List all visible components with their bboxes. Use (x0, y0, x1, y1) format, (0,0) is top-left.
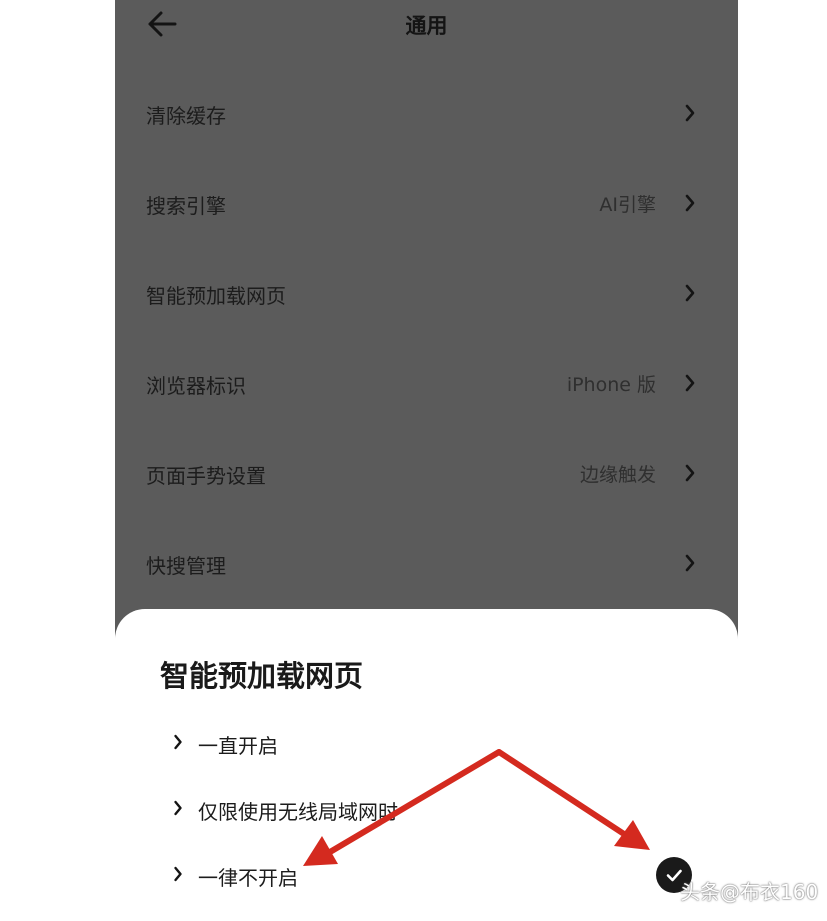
setting-row-clear-cache[interactable]: 清除缓存 (115, 68, 738, 158)
setting-row-quick-search[interactable]: 快搜管理 (115, 518, 738, 608)
chevron-right-icon (174, 866, 182, 882)
setting-label: 搜索引擎 (146, 194, 226, 218)
setting-value: AI引擎 (599, 194, 656, 216)
chevron-right-icon (685, 194, 695, 212)
phone-screen: 通用 清除缓存 搜索引擎 AI引擎 智能预加载网页 浏览器标识 iPhone 版 (115, 0, 738, 921)
setting-row-search-engine[interactable]: 搜索引擎 AI引擎 (115, 158, 738, 248)
option-label: 一直开启 (198, 734, 278, 758)
chevron-right-icon (685, 374, 695, 392)
setting-row-smart-preload[interactable]: 智能预加载网页 (115, 248, 738, 338)
setting-label: 浏览器标识 (146, 374, 246, 398)
setting-label: 快搜管理 (146, 554, 226, 578)
setting-row-gesture[interactable]: 页面手势设置 边缘触发 (115, 428, 738, 518)
setting-label: 清除缓存 (146, 104, 226, 128)
option-label: 一律不开启 (198, 866, 298, 890)
screenshot-canvas: 通用 清除缓存 搜索引擎 AI引擎 智能预加载网页 浏览器标识 iPhone 版 (0, 0, 827, 921)
setting-label: 页面手势设置 (146, 464, 266, 488)
chevron-right-icon (685, 104, 695, 122)
option-wifi-only[interactable]: 仅限使用无线局域网时 (173, 789, 673, 829)
sheet-title: 智能预加载网页 (160, 659, 364, 693)
option-always-on[interactable]: 一直开启 (173, 723, 673, 763)
setting-value: iPhone 版 (566, 374, 656, 396)
chevron-right-icon (685, 554, 695, 572)
option-label: 仅限使用无线局域网时 (198, 800, 398, 824)
page-title: 通用 (405, 14, 448, 38)
setting-row-user-agent[interactable]: 浏览器标识 iPhone 版 (115, 338, 738, 428)
watermark: 头条@布衣160 (680, 880, 819, 904)
option-never[interactable]: 一律不开启 (173, 855, 673, 895)
chevron-right-icon (174, 734, 182, 750)
setting-value: 边缘触发 (579, 464, 656, 486)
preload-bottom-sheet: 智能预加载网页 一直开启 仅限使用无线局域网时 一律不开启 (115, 609, 738, 921)
chevron-right-icon (174, 800, 182, 816)
setting-label: 智能预加载网页 (146, 284, 286, 308)
nav-header: 通用 (115, 0, 738, 48)
chevron-right-icon (685, 464, 695, 482)
chevron-right-icon (685, 284, 695, 302)
